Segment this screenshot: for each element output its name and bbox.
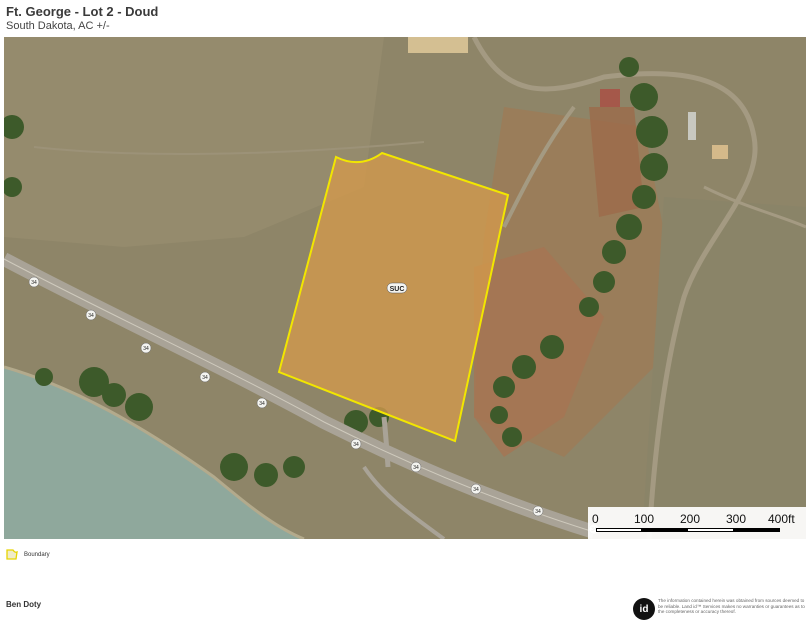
highway-marker: 34 bbox=[199, 371, 211, 383]
highway-marker-label: 34 bbox=[413, 465, 419, 471]
highway-marker-label: 34 bbox=[473, 487, 479, 493]
scale-tick-400ft: 400ft bbox=[768, 512, 795, 526]
highway-marker: 34 bbox=[532, 505, 544, 517]
highway-marker: 34 bbox=[85, 309, 97, 321]
shed-roof bbox=[712, 145, 728, 159]
highway-marker-label: 34 bbox=[31, 280, 37, 286]
landid-logo-icon: id bbox=[633, 598, 655, 620]
highway-marker-label: 34 bbox=[88, 313, 94, 319]
highway-marker: 34 bbox=[28, 276, 40, 288]
scale-tick-200: 200 bbox=[680, 512, 701, 526]
parcel-label-text: SUC bbox=[390, 286, 405, 293]
scale-tick-300: 300 bbox=[726, 512, 747, 526]
scale-seg-3 bbox=[687, 528, 734, 532]
highway-marker: 34 bbox=[350, 438, 362, 450]
parcel-label: SUC bbox=[386, 282, 408, 294]
scale-bar: 0 100 200 300 400ft bbox=[588, 507, 806, 539]
scale-seg-2 bbox=[641, 528, 688, 532]
legend: Boundary bbox=[6, 549, 50, 560]
disclaimer-text: The information contained herein was obt… bbox=[658, 598, 805, 615]
agent-name: Ben Doty bbox=[6, 600, 42, 609]
highway-marker-label: 34 bbox=[143, 346, 149, 352]
highway-marker: 34 bbox=[256, 397, 268, 409]
scale-tick-0: 0 bbox=[592, 512, 599, 526]
scale-seg-4 bbox=[733, 528, 780, 532]
highway-marker-label: 34 bbox=[535, 509, 541, 515]
boundary-legend-icon bbox=[6, 549, 18, 560]
map-subtitle: South Dakota, AC +/- bbox=[6, 20, 110, 32]
highway-marker-label: 34 bbox=[353, 442, 359, 448]
trailer bbox=[688, 112, 696, 140]
highway-marker-label: 34 bbox=[259, 401, 265, 407]
legend-boundary-label: Boundary bbox=[24, 551, 50, 558]
highway-marker: 34 bbox=[140, 342, 152, 354]
highway-marker-label: 34 bbox=[202, 375, 208, 381]
house-roof bbox=[600, 89, 620, 107]
map-canvas: 34343434343434343434 SUC bbox=[4, 37, 806, 539]
highway-marker: 34 bbox=[410, 461, 422, 473]
satellite-map[interactable]: 34343434343434343434 SUC 0 100 200 300 4… bbox=[4, 37, 806, 539]
highway-marker: 34 bbox=[470, 483, 482, 495]
scale-tick-100: 100 bbox=[634, 512, 655, 526]
barn-roof bbox=[408, 37, 468, 53]
map-title: Ft. George - Lot 2 - Doud bbox=[6, 4, 159, 19]
field-patch-east bbox=[644, 197, 806, 507]
scale-seg-1 bbox=[596, 528, 642, 532]
